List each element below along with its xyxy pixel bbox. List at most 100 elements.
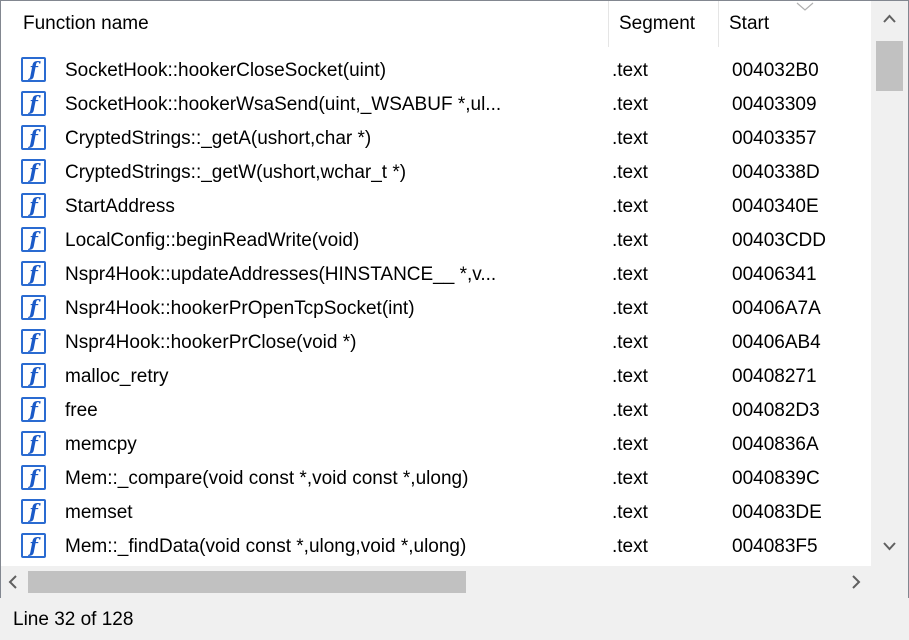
function-row[interactable]: f Mem::_findData(void const *,ulong,void … <box>1 530 871 564</box>
function-name-cell: SocketHook::hookerCloseSocket(uint) <box>65 60 387 81</box>
function-icon-glyph: f <box>29 295 38 319</box>
start-address-cell: 00406A7A <box>732 298 821 319</box>
function-row[interactable]: f free .text 004082D3 <box>1 394 871 428</box>
function-name-cell: memset <box>65 502 133 523</box>
horizontal-scrollbar[interactable] <box>1 566 871 598</box>
functions-list-panel: Function name Segment Start f SocketHook:… <box>0 0 909 598</box>
start-address-cell: 0040338D <box>732 162 820 183</box>
function-name-cell: SocketHook::hookerWsaSend(uint,_WSABUF *… <box>65 94 502 115</box>
start-address-cell: 0040836A <box>732 434 819 455</box>
segment-cell: .text <box>612 162 648 183</box>
function-row[interactable]: f Nspr4Hook::hookerPrClose(void *) .text 00… <box>1 326 871 360</box>
segment-cell: .text <box>612 264 648 285</box>
segment-cell: .text <box>612 434 648 455</box>
segment-cell: .text <box>612 400 648 421</box>
segment-cell: .text <box>612 366 648 387</box>
function-row[interactable]: f LocalConfig::beginReadWrite(void) .text 0… <box>1 224 871 258</box>
function-icon: f <box>21 363 46 388</box>
segment-cell: .text <box>612 502 648 523</box>
function-icon-glyph: f <box>29 57 38 81</box>
function-name-cell: Mem::_findData(void const *,ulong,void *… <box>65 536 467 557</box>
segment-cell: .text <box>612 332 648 353</box>
function-icon-glyph: f <box>29 533 38 557</box>
function-name-cell: CryptedStrings::_getA(ushort,char *) <box>65 128 372 149</box>
function-row[interactable]: f Mem::_compare(void const *,void const *… <box>1 462 871 496</box>
column-header-segment[interactable]: Segment <box>609 1 719 47</box>
function-row[interactable]: f memcpy .text 0040836A <box>1 428 871 462</box>
start-address-cell: 004082D3 <box>732 400 820 421</box>
function-row[interactable]: f CryptedStrings::_getW(ushort,wchar_t *)… <box>1 156 871 190</box>
function-row[interactable]: f Nspr4Hook::updateAddresses(HINSTANCE__ … <box>1 258 871 292</box>
segment-cell: .text <box>612 60 648 81</box>
function-icon-glyph: f <box>29 261 38 285</box>
start-address-cell: 00408271 <box>732 366 817 387</box>
start-address-cell: 004032B0 <box>732 60 819 81</box>
segment-cell: .text <box>612 230 648 251</box>
function-icon: f <box>21 465 46 490</box>
horizontal-scroll-thumb[interactable] <box>28 571 466 593</box>
column-header-row: Function name Segment Start <box>1 1 871 47</box>
start-address-cell: 0040340E <box>732 196 819 217</box>
function-icon: f <box>21 431 46 456</box>
status-line-count: Line 32 of 128 <box>13 609 134 630</box>
vertical-scrollbar[interactable] <box>871 1 908 566</box>
function-icon: f <box>21 499 46 524</box>
function-icon: f <box>21 261 46 286</box>
scroll-down-icon[interactable] <box>871 528 908 564</box>
function-icon-glyph: f <box>29 499 38 523</box>
function-row[interactable]: f Nspr4Hook::hookerPrOpenTcpSocket(int) .t… <box>1 292 871 326</box>
start-address-cell: 00403CDD <box>732 230 826 251</box>
function-row[interactable]: f malloc_retry .text 00408271 <box>1 360 871 394</box>
function-icon: f <box>21 533 46 558</box>
start-address-cell: 0040839C <box>732 468 820 489</box>
function-row[interactable]: f memset .text 004083DE <box>1 496 871 530</box>
function-list: f SocketHook::hookerCloseSocket(uint) .tex… <box>1 54 871 565</box>
segment-cell: .text <box>612 128 648 149</box>
function-name-cell: Nspr4Hook::hookerPrOpenTcpSocket(int) <box>65 298 415 319</box>
start-address-cell: 00406AB4 <box>732 332 821 353</box>
function-icon: f <box>21 125 46 150</box>
function-row[interactable]: f SocketHook::hookerWsaSend(uint,_WSABUF … <box>1 88 871 122</box>
function-icon-glyph: f <box>29 91 38 115</box>
function-icon-glyph: f <box>29 397 38 421</box>
segment-cell: .text <box>612 468 648 489</box>
function-icon-glyph: f <box>29 431 38 455</box>
start-address-cell: 00406341 <box>732 264 817 285</box>
function-name-cell: memcpy <box>65 434 137 455</box>
scroll-left-icon[interactable] <box>1 566 25 598</box>
function-icon: f <box>21 57 46 82</box>
function-icon: f <box>21 193 46 218</box>
start-address-cell: 00403357 <box>732 128 817 149</box>
function-icon-glyph: f <box>29 193 38 217</box>
vertical-scroll-thumb[interactable] <box>876 41 903 91</box>
column-header-start[interactable]: Start <box>719 1 871 47</box>
scrollbar-corner <box>871 566 908 598</box>
start-address-cell: 004083DE <box>732 502 822 523</box>
scroll-up-icon[interactable] <box>871 1 908 37</box>
function-icon-glyph: f <box>29 465 38 489</box>
function-row[interactable]: f StartAddress .text 0040340E <box>1 190 871 224</box>
function-name-cell: free <box>65 400 98 421</box>
function-name-cell: malloc_retry <box>65 366 169 387</box>
function-icon-glyph: f <box>29 363 38 387</box>
function-name-cell: CryptedStrings::_getW(ushort,wchar_t *) <box>65 162 407 183</box>
function-icon: f <box>21 397 46 422</box>
function-name-cell: Mem::_compare(void const *,void const *,… <box>65 468 469 489</box>
column-header-function-name[interactable]: Function name <box>13 1 609 47</box>
function-name-cell: Nspr4Hook::updateAddresses(HINSTANCE__ *… <box>65 264 497 285</box>
function-icon-glyph: f <box>29 159 38 183</box>
function-row[interactable]: f CryptedStrings::_getA(ushort,char *) .te… <box>1 122 871 156</box>
function-icon: f <box>21 91 46 116</box>
function-icon: f <box>21 329 46 354</box>
function-icon: f <box>21 295 46 320</box>
function-name-cell: StartAddress <box>65 196 175 217</box>
function-icon-glyph: f <box>29 329 38 353</box>
function-icon: f <box>21 159 46 184</box>
start-address-cell: 004083F5 <box>732 536 818 557</box>
scroll-right-icon[interactable] <box>841 566 871 598</box>
sort-descending-icon <box>796 2 814 11</box>
function-name-cell: Nspr4Hook::hookerPrClose(void *) <box>65 332 357 353</box>
start-address-cell: 00403309 <box>732 94 817 115</box>
function-row[interactable]: f SocketHook::hookerCloseSocket(uint) .tex… <box>1 54 871 88</box>
segment-cell: .text <box>612 536 648 557</box>
